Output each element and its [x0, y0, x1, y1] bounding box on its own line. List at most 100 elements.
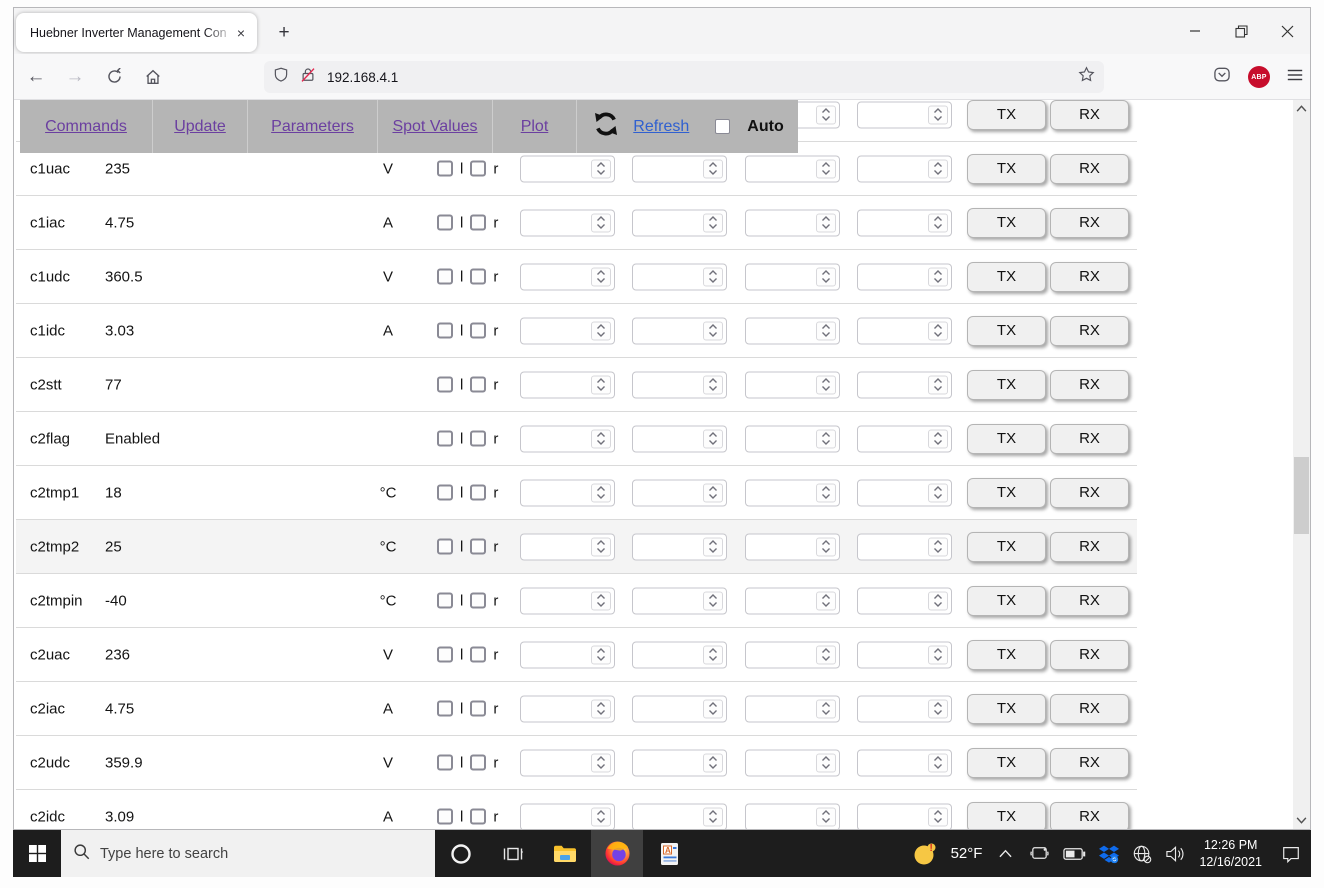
spinner-buttons[interactable]	[591, 645, 611, 664]
spinner-buttons[interactable]	[928, 213, 948, 232]
number-input-4[interactable]	[857, 263, 952, 290]
number-input-3[interactable]	[745, 263, 840, 290]
plot-right-checkbox[interactable]	[470, 376, 487, 393]
spinner-buttons[interactable]	[816, 267, 836, 286]
plot-left-checkbox[interactable]	[437, 646, 453, 663]
spinner-buttons[interactable]	[928, 321, 948, 340]
tx-button[interactable]: TX	[967, 693, 1046, 724]
plot-left-checkbox[interactable]	[437, 430, 453, 447]
spinner-buttons[interactable]	[816, 591, 836, 610]
plot-right-checkbox[interactable]	[470, 268, 487, 285]
number-input-2[interactable]	[632, 263, 727, 290]
spinner-buttons[interactable]	[928, 267, 948, 286]
number-input-2[interactable]	[632, 533, 727, 560]
taskbar-file-explorer-icon[interactable]	[539, 830, 591, 877]
spinner-buttons[interactable]	[816, 753, 836, 772]
taskbar-search[interactable]: Type here to search	[61, 830, 435, 877]
home-icon[interactable]	[136, 60, 170, 94]
spinner-buttons[interactable]	[816, 159, 836, 178]
number-input-3[interactable]	[745, 803, 840, 829]
spinner-buttons[interactable]	[703, 537, 723, 556]
number-input-4[interactable]	[857, 533, 952, 560]
spinner-buttons[interactable]	[591, 753, 611, 772]
spinner-buttons[interactable]	[703, 591, 723, 610]
number-input-2[interactable]	[632, 695, 727, 722]
rx-button[interactable]: RX	[1050, 261, 1129, 292]
number-input-3[interactable]	[745, 695, 840, 722]
spinner-buttons[interactable]	[703, 483, 723, 502]
plot-right-checkbox[interactable]	[470, 160, 487, 177]
tx-button[interactable]: TX	[967, 100, 1046, 130]
spinner-buttons[interactable]	[703, 159, 723, 178]
spinner-buttons[interactable]	[816, 375, 836, 394]
number-input-1[interactable]	[520, 479, 615, 506]
number-input-1[interactable]	[520, 263, 615, 290]
number-input-1[interactable]	[520, 749, 615, 776]
minimize-icon[interactable]	[1172, 8, 1218, 54]
spinner-buttons[interactable]	[703, 321, 723, 340]
number-input-4[interactable]	[857, 155, 952, 182]
number-input-1[interactable]	[520, 371, 615, 398]
spinner-buttons[interactable]	[816, 537, 836, 556]
number-input-1[interactable]	[520, 155, 615, 182]
spinner-buttons[interactable]	[816, 429, 836, 448]
new-tab-button[interactable]: +	[269, 18, 299, 48]
number-input-4[interactable]	[857, 749, 952, 776]
spinner-buttons[interactable]	[591, 321, 611, 340]
rx-button[interactable]: RX	[1050, 477, 1129, 508]
spinner-buttons[interactable]	[928, 699, 948, 718]
scrollbar-thumb[interactable]	[1294, 457, 1309, 534]
tx-button[interactable]: TX	[967, 639, 1046, 670]
tx-button[interactable]: TX	[967, 369, 1046, 400]
number-input-4[interactable]	[857, 425, 952, 452]
spinner-buttons[interactable]	[703, 429, 723, 448]
tx-button[interactable]: TX	[967, 801, 1046, 829]
number-input-2[interactable]	[632, 587, 727, 614]
taskbar-firefox-icon[interactable]	[591, 830, 643, 877]
tx-button[interactable]: TX	[967, 423, 1046, 454]
scroll-up-icon[interactable]	[1293, 100, 1310, 117]
number-input-4[interactable]	[857, 803, 952, 829]
reload-icon[interactable]	[97, 60, 131, 94]
spinner-buttons[interactable]	[816, 699, 836, 718]
number-input-3[interactable]	[745, 749, 840, 776]
plot-left-checkbox[interactable]	[437, 538, 453, 555]
spinner-buttons[interactable]	[591, 159, 611, 178]
rx-button[interactable]: RX	[1050, 747, 1129, 778]
rx-button[interactable]: RX	[1050, 153, 1129, 184]
spinner-buttons[interactable]	[928, 753, 948, 772]
tx-button[interactable]: TX	[967, 585, 1046, 616]
number-input-4[interactable]	[857, 101, 952, 128]
plot-right-checkbox[interactable]	[470, 646, 487, 663]
plot-left-checkbox[interactable]	[437, 808, 453, 825]
hidden-icons-chevron[interactable]	[999, 849, 1013, 858]
spinner-buttons[interactable]	[703, 753, 723, 772]
rx-button[interactable]: RX	[1050, 693, 1129, 724]
auto-checkbox[interactable]	[715, 119, 731, 134]
tracking-protection-shield-icon[interactable]	[272, 66, 290, 89]
spinner-buttons[interactable]	[591, 699, 611, 718]
number-input-1[interactable]	[520, 317, 615, 344]
rx-button[interactable]: RX	[1050, 207, 1129, 238]
spinner-buttons[interactable]	[591, 807, 611, 826]
spinner-buttons[interactable]	[591, 375, 611, 394]
number-input-2[interactable]	[632, 209, 727, 236]
taskbar-document-app-icon[interactable]: A	[643, 830, 695, 877]
plot-left-checkbox[interactable]	[437, 160, 453, 177]
spinner-buttons[interactable]	[928, 591, 948, 610]
number-input-2[interactable]	[632, 803, 727, 829]
plot-left-checkbox[interactable]	[437, 754, 453, 771]
number-input-3[interactable]	[745, 317, 840, 344]
plot-right-checkbox[interactable]	[470, 700, 487, 717]
spinner-buttons[interactable]	[591, 591, 611, 610]
nav-link-commands[interactable]: Commands	[45, 118, 127, 136]
number-input-1[interactable]	[520, 587, 615, 614]
pocket-icon[interactable]	[1212, 65, 1232, 90]
rx-button[interactable]: RX	[1050, 315, 1129, 346]
spinner-buttons[interactable]	[928, 429, 948, 448]
browser-tab[interactable]: Huebner Inverter Management Con ×	[16, 13, 257, 52]
number-input-1[interactable]	[520, 533, 615, 560]
number-input-4[interactable]	[857, 587, 952, 614]
menu-icon[interactable]	[1286, 66, 1304, 89]
spinner-buttons[interactable]	[816, 807, 836, 826]
